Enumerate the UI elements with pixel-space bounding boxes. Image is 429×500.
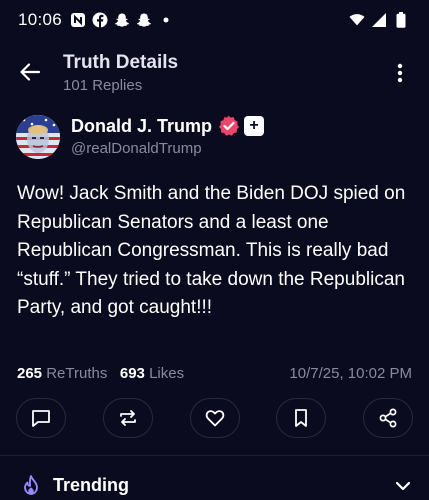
truth-plus-badge: +: [244, 116, 264, 136]
status-bar: 10:06: [0, 0, 429, 40]
likes-stat[interactable]: 693 Likes: [120, 365, 184, 382]
likes-label: Likes: [149, 365, 185, 382]
reply-icon: [32, 410, 50, 427]
section-divider: [0, 455, 429, 456]
retruths-stat[interactable]: 265 ReTruths: [17, 365, 107, 382]
post-text: Wow! Jack Smith and the Biden DOJ spied …: [17, 183, 406, 318]
trending-section-header[interactable]: Trending: [0, 468, 429, 500]
reply-button[interactable]: [16, 398, 66, 438]
retruth-icon: [119, 410, 136, 426]
snapchat-icon: [136, 12, 152, 28]
like-button[interactable]: [189, 398, 240, 438]
flame-icon: [24, 475, 38, 495]
share-icon: [379, 408, 397, 428]
author-name[interactable]: Donald J. Trump: [71, 116, 212, 137]
status-system-icons: [349, 12, 409, 28]
post-actions: [16, 398, 413, 438]
notification-n-icon: [70, 12, 86, 28]
bookmark-icon: [295, 409, 308, 427]
chevron-down-icon[interactable]: [393, 476, 413, 496]
top-app-bar: Truth Details 101 Replies: [0, 44, 429, 100]
author-handle[interactable]: @realDonaldTrump: [71, 140, 202, 157]
facebook-icon: [92, 12, 108, 28]
battery-icon: [393, 12, 409, 28]
share-button[interactable]: [363, 398, 413, 438]
verified-badge-icon: [219, 115, 239, 136]
post-stats: 265 ReTruths 693 Likes: [17, 365, 184, 382]
likes-count: 693: [119, 365, 145, 382]
retruth-button[interactable]: [102, 398, 153, 438]
more-options-button[interactable]: [389, 60, 411, 86]
more-vertical-icon: [397, 63, 403, 83]
replies-count: 101 Replies: [63, 77, 143, 94]
back-button[interactable]: [16, 58, 44, 86]
arrow-back-icon: [20, 63, 41, 81]
status-notification-icons: [70, 12, 174, 28]
page-title: Truth Details: [63, 52, 179, 73]
snapchat-icon: [114, 12, 130, 28]
status-time: 10:06: [18, 10, 63, 29]
bookmark-button[interactable]: [276, 398, 327, 438]
post-timestamp: 10/7/25, 10:02 PM: [289, 365, 412, 382]
avatar-image: [16, 115, 60, 159]
retruths-count: 265: [17, 365, 43, 382]
trending-label: Trending: [53, 475, 129, 495]
signal-icon: [371, 12, 387, 28]
retruths-label: ReTruths: [46, 365, 108, 382]
avatar[interactable]: [16, 115, 60, 159]
heart-icon: [205, 410, 224, 427]
wifi-icon: [349, 12, 365, 28]
dot-icon: [158, 12, 174, 28]
